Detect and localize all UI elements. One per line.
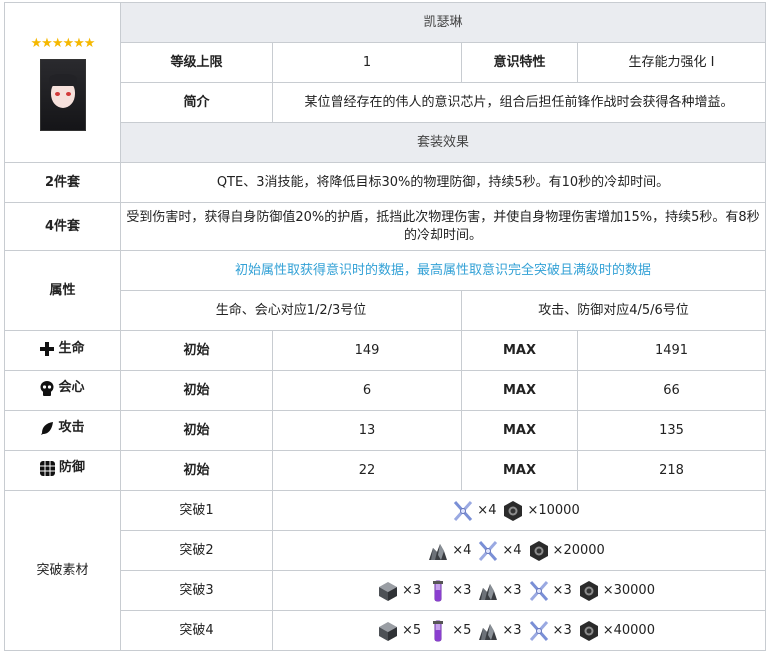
memory-name: 凯瑟琳 (119, 2, 767, 43)
attr-name: 会心 (58, 380, 85, 396)
ore-icon (427, 540, 449, 562)
attr-name: 攻击 (58, 420, 85, 436)
material-count: ×4 (477, 502, 497, 518)
tweezer-icon (528, 620, 550, 642)
material-count: ×3 (552, 622, 572, 638)
attr-row: 会心 初始 6 MAX 66 (4, 370, 767, 411)
trait-label: 意识特性 (461, 42, 578, 83)
material-count: ×3 (502, 622, 522, 638)
material-count: ×4 (452, 542, 472, 558)
material-count: ×5 (452, 622, 472, 638)
breakthrough-materials: ×5 ×5 ×3 ×3 ×40000 (271, 610, 767, 651)
material-count: ×3 (552, 582, 572, 598)
skull-icon (40, 380, 54, 396)
two-piece-text: QTE、3消技能，将降低目标30%的物理防御，持续5秒。有10秒的冷却时间。 (119, 162, 767, 203)
initial-label: 初始 (120, 330, 273, 371)
four-piece-text: 受到伤害时，获得自身防御值20%的护盾，抵挡此次物理伤害，并使自身物理伤害增加1… (119, 202, 767, 251)
breakthrough-name: 突破4 (120, 610, 273, 651)
attr-initial-value: 13 (272, 410, 462, 451)
ore-icon (477, 620, 499, 642)
material-list: ×4 ×4 ×20000 (427, 540, 611, 562)
tweezer-icon (452, 500, 474, 522)
slot-group-a: 生命、会心对应1/2/3号位 (120, 290, 462, 331)
breakthrough-label: 突破素材 (4, 490, 121, 651)
material-list: ×3 ×3 ×3 ×3 ×30000 (377, 580, 661, 602)
max-label: MAX (461, 330, 578, 371)
cube-icon (377, 620, 399, 642)
shield-grid-icon (39, 460, 55, 476)
breakthrough-name: 突破1 (120, 490, 273, 531)
attr-name: 防御 (58, 460, 85, 476)
attr-max-value: 218 (576, 450, 767, 491)
attr-initial-value: 6 (272, 370, 462, 411)
material-list: ×5 ×5 ×3 ×3 ×40000 (377, 620, 661, 642)
intro-text: 某位曾经存在的伟人的意识芯片，组合后担任前锋作战时会获得各种增益。 (271, 82, 767, 123)
material-count: ×30000 (602, 582, 655, 598)
tweezer-icon (477, 540, 499, 562)
material-count: ×5 (402, 622, 422, 638)
initial-label: 初始 (120, 370, 273, 411)
ore-icon (477, 580, 499, 602)
vial-icon (427, 620, 449, 642)
attr-row: 攻击 初始 13 MAX 135 (4, 410, 767, 451)
nut-icon (578, 620, 600, 642)
cube-icon (377, 580, 399, 602)
attribute-note: 初始属性取获得意识时的数据，最高属性取意识完全突破且满级时的数据 (119, 250, 767, 291)
attr-max-value: 1491 (576, 330, 767, 371)
breakthrough-name: 突破3 (120, 570, 273, 611)
material-count: ×10000 (527, 502, 580, 518)
max-label: MAX (461, 450, 578, 491)
rarity-stars: ★★★★★★ (30, 35, 96, 51)
breakthrough-materials: ×4 ×4 ×20000 (271, 530, 767, 571)
breakthrough-name: 突破2 (120, 530, 273, 571)
attr-initial-value: 149 (272, 330, 462, 371)
attribute-label: 属性 (4, 250, 121, 331)
material-count: ×3 (402, 582, 422, 598)
four-piece-label: 4件套 (4, 202, 121, 251)
material-count: ×3 (502, 582, 522, 598)
attr-name: 生命 (58, 340, 85, 356)
attr-max-value: 135 (576, 410, 767, 451)
material-list: ×4 ×10000 (452, 500, 585, 522)
trait-value: 生存能力强化 I (576, 42, 767, 83)
material-count: ×40000 (602, 622, 655, 638)
plus-icon (40, 341, 55, 356)
memory-info-table: ★★★★★★ 凯瑟琳 等级上限 1 意识特性 生存能力强化 I 简介 某位曾经存… (4, 2, 767, 651)
attr-row: 防御 初始 22 MAX 218 (4, 450, 767, 491)
vial-icon (427, 580, 449, 602)
material-count: ×20000 (552, 542, 605, 558)
material-count: ×3 (452, 582, 472, 598)
initial-label: 初始 (120, 410, 273, 451)
portrait-cell: ★★★★★★ (4, 2, 121, 163)
level-cap-value: 1 (272, 42, 462, 83)
attr-max-value: 66 (576, 370, 767, 411)
max-label: MAX (461, 370, 578, 411)
intro-label: 简介 (120, 82, 273, 123)
set-effect-title: 套装效果 (119, 122, 767, 163)
nut-icon (578, 580, 600, 602)
nut-icon (502, 500, 524, 522)
max-label: MAX (461, 410, 578, 451)
nut-icon (528, 540, 550, 562)
character-portrait (39, 58, 86, 131)
level-cap-label: 等级上限 (120, 42, 273, 83)
tweezer-icon (528, 580, 550, 602)
slot-group-b: 攻击、防御对应4/5/6号位 (460, 290, 767, 331)
two-piece-label: 2件套 (4, 162, 121, 203)
attr-initial-value: 22 (272, 450, 462, 491)
material-count: ×4 (502, 542, 522, 558)
attr-row: 生命 初始 149 MAX 1491 (4, 330, 767, 371)
initial-label: 初始 (120, 450, 273, 491)
breakthrough-materials: ×3 ×3 ×3 ×3 ×30000 (271, 570, 767, 611)
breakthrough-materials: ×4 ×10000 (271, 490, 767, 531)
feather-icon (41, 421, 54, 435)
